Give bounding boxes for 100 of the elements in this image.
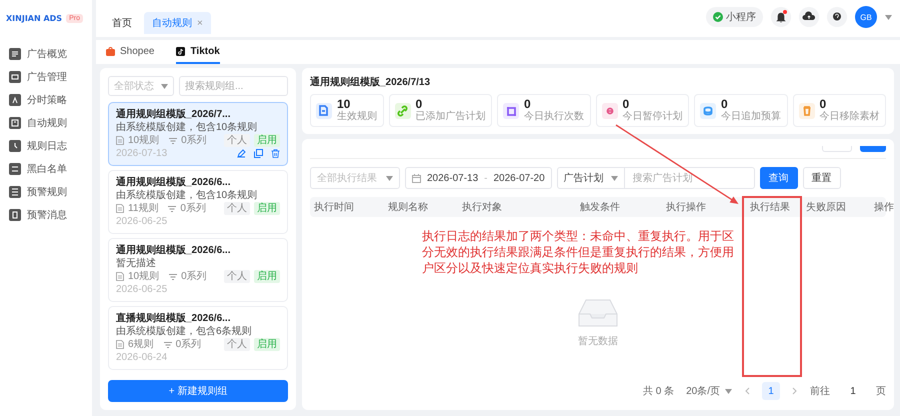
tile-icon — [9, 48, 21, 60]
type-select[interactable]: 广告计划 — [556, 167, 625, 189]
stat-label: 今日追加预算 — [721, 111, 781, 123]
rule-group-card[interactable]: 通用规则组模版_2026/6... 由系统模版创建，包含10条规则 11规则 0系列 个人 启用 2026-06-25 — [108, 170, 288, 234]
group-title: 通用规则组模版_2026/6... — [116, 176, 232, 189]
filter-icon — [164, 340, 172, 348]
copy-icon[interactable] — [254, 149, 263, 158]
rule-count: 11规则 — [128, 202, 158, 215]
created-date: 2026-06-24 — [116, 351, 168, 364]
stat-value: 0 — [416, 98, 424, 111]
filter-icon — [169, 136, 178, 144]
status-tag: 启用 — [254, 270, 280, 283]
filter-icon — [169, 272, 178, 280]
brand-logo: XINJIAN ADS — [6, 14, 62, 23]
rule-count: 10规则 — [128, 134, 160, 147]
shopping-bag-icon — [106, 46, 115, 56]
stat-value: 0 — [524, 98, 532, 111]
note-icon — [176, 46, 186, 56]
column-header: 执行结果 — [749, 200, 791, 214]
scope-tag: 个人 — [224, 338, 250, 351]
scope-tag: 个人 — [224, 202, 250, 215]
document-icon — [116, 204, 124, 213]
reset-button[interactable]: 重置 — [802, 167, 841, 189]
page-button[interactable]: 1 — [762, 382, 780, 400]
stat-icon — [700, 102, 716, 118]
rule-count: 10规则 — [128, 270, 160, 283]
tile-icon — [9, 71, 21, 83]
document-icon — [116, 272, 124, 281]
mini-program-button[interactable]: 小程序 — [706, 7, 763, 27]
date-range-field[interactable]: 2026-07-13 - 2026-07-20 — [405, 167, 552, 189]
platform-tab[interactable]: Tiktok — [176, 40, 220, 64]
group-title: 通用规则组模版_2026/7... — [116, 108, 232, 121]
user-avatar[interactable]: GB — [855, 6, 877, 28]
detail-title: 通用规则组模版_2026/7/13 — [310, 76, 432, 89]
stat-label: 生效规则 — [337, 111, 377, 123]
empty-tray-icon — [578, 298, 618, 328]
sidebar-item[interactable]: 广告概览 — [6, 43, 86, 65]
filter-icon — [168, 204, 176, 212]
tile-icon — [9, 163, 21, 175]
sidebar-item[interactable]: 分时策略 — [6, 89, 86, 111]
goto-label: 前往 — [810, 384, 830, 398]
check-circle-icon — [713, 12, 723, 22]
stat-label: 今日暂停计划 — [622, 111, 682, 123]
caret-icon — [386, 176, 393, 180]
group-description: 由系统模版创建，包含10条规则 — [116, 121, 258, 134]
stat-icon — [316, 102, 332, 118]
sidebar-item[interactable]: 预警消息 — [6, 204, 86, 226]
column-header: 触发条件 — [579, 201, 621, 214]
column-header: 执行对象 — [461, 200, 503, 214]
pencil-icon[interactable] — [237, 149, 246, 158]
search-field[interactable]: 搜索规则组... — [179, 76, 288, 96]
stat-icon — [503, 102, 519, 118]
stat-icon — [798, 102, 814, 118]
platform-tab[interactable]: Shopee — [106, 40, 154, 64]
query-button[interactable]: 查询 — [760, 167, 798, 189]
sidebar-item[interactable]: 预警规则 — [6, 181, 86, 203]
sidebar-item[interactable]: 广告管理 — [6, 66, 86, 88]
column-header: 失败原因 — [805, 200, 847, 214]
stat-value: 10 — [337, 98, 352, 111]
status-tag: 启用 — [254, 338, 280, 351]
group-title: 直播规则组模版_2026/6... — [116, 312, 232, 325]
document-icon — [116, 340, 124, 349]
stat-value: 0 — [721, 98, 729, 111]
group-description: 暂无描述 — [116, 257, 157, 270]
column-header: 规则名称 — [387, 201, 429, 214]
column-header: 操作 — [873, 201, 895, 214]
chevron-right-icon[interactable] — [792, 387, 798, 395]
new-group-button[interactable]: + 新建规则组 — [108, 380, 288, 402]
group-title: 通用规则组模版_2026/6... — [116, 244, 232, 257]
chevron-left-icon[interactable] — [744, 387, 750, 395]
sidebar-item[interactable]: 规则日志 — [6, 135, 86, 157]
toolbar-button[interactable] — [860, 146, 886, 152]
rule-group-card[interactable]: 直播规则组模版_2026/6... 由系统模版创建，包含6条规则 6规则 0系列 个人 启用 2026-06-24 — [108, 306, 288, 370]
rule-group-card[interactable]: 通用规则组模版_2026/7... 由系统模版创建，包含10条规则 10规则 0系列 个人 启用 2026-07-13 — [108, 102, 288, 166]
tile-icon — [9, 209, 21, 221]
total-count: 共 0 条 — [642, 384, 674, 398]
created-date: 2026-07-13 — [116, 147, 168, 160]
status-tag: 启用 — [254, 202, 280, 215]
caret-icon — [885, 14, 892, 20]
trash-icon[interactable] — [271, 149, 280, 158]
group-description: 由系统模版创建，包含10条规则 — [116, 189, 258, 202]
page-tab[interactable]: 首页 — [104, 12, 140, 34]
page-tab[interactable]: 自动规则 × — [144, 12, 211, 34]
stat-value: 0 — [622, 98, 630, 111]
calendar-icon — [412, 174, 421, 182]
rule-group-card[interactable]: 通用规则组模版_2026/6... 暂无描述 10规则 0系列 个人 启用 2026-06-25 — [108, 238, 288, 302]
page-suffix: 页 — [876, 385, 886, 398]
group-description: 由系统模版创建，包含6条规则 — [116, 325, 253, 338]
sidebar-item[interactable]: 黑白名单 — [6, 158, 86, 180]
page-size-select[interactable]: 20条/页 — [686, 384, 732, 398]
tile-icon — [9, 94, 21, 106]
stat-icon — [394, 102, 410, 118]
caret-icon — [725, 388, 732, 394]
search-field[interactable]: 搜索广告计划 — [624, 167, 755, 189]
created-date: 2026-06-25 — [116, 283, 168, 296]
caret-icon — [610, 176, 618, 180]
stat-label: 今日移除素材 — [820, 111, 880, 123]
sidebar-item[interactable]: 自动规则 — [6, 112, 86, 134]
scope-tag: 个人 — [224, 134, 250, 147]
rule-count: 6规则 — [128, 338, 154, 351]
